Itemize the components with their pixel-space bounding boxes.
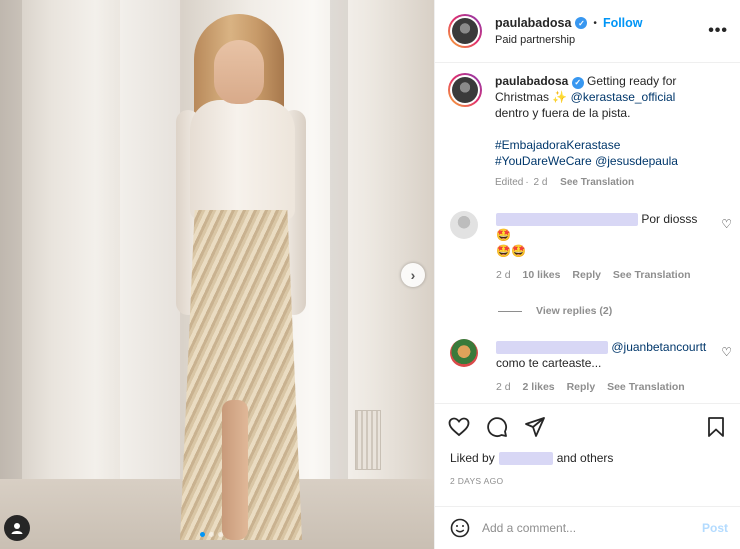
tagged-user-button[interactable] <box>4 515 30 541</box>
verified-badge-icon: ✓ <box>571 77 584 89</box>
reply-button[interactable]: Reply <box>572 269 601 281</box>
next-image-button[interactable]: › <box>401 263 425 287</box>
leg <box>222 400 248 540</box>
wall-shadow <box>0 0 22 549</box>
redacted-username <box>496 341 608 355</box>
view-replies-label[interactable]: View replies (2) <box>536 305 612 317</box>
follow-button[interactable]: Follow <box>603 16 643 30</box>
comment-time[interactable]: 2 d <box>496 381 511 393</box>
post-timestamp[interactable]: 2 DAYS AGO <box>450 476 503 486</box>
caption-meta: Edited · 2 d See Translation <box>495 177 635 188</box>
post-header: paulabadosa ✓ • Follow Paid partnership … <box>435 0 740 63</box>
chevron-right-icon: › <box>410 267 416 283</box>
comment-emojis: 🤩🤩 <box>496 244 526 258</box>
mention-link[interactable]: @juanbetancourtt <box>611 340 706 354</box>
separator-dot: • <box>593 17 597 29</box>
comment-meta: 2 d 2 likes Reply See Translation <box>496 379 711 395</box>
comment-likes[interactable]: 2 likes <box>523 381 555 393</box>
sweater <box>190 100 295 220</box>
caption-time[interactable]: 2 d <box>533 177 547 188</box>
post-caption: paulabadosa ✓ Getting ready for Christma… <box>435 63 740 191</box>
heart-icon[interactable]: ♡ <box>721 217 732 231</box>
hashtag-link[interactable]: #EmbajadoraKerastase <box>495 138 620 152</box>
hashtag-link[interactable]: #YouDareWeCare <box>495 154 592 168</box>
see-translation-button[interactable]: See Translation <box>560 177 634 188</box>
paid-partnership-label[interactable]: Paid partnership <box>495 34 708 46</box>
see-translation-button[interactable]: See Translation <box>607 381 685 393</box>
comment-time[interactable]: 2 d <box>496 269 511 281</box>
action-bar <box>435 403 740 449</box>
face <box>214 40 264 104</box>
edited-label: Edited <box>495 177 524 188</box>
carousel-dot <box>218 532 223 537</box>
commenter-avatar[interactable] <box>450 339 478 367</box>
post-side-panel: paulabadosa ✓ • Follow Paid partnership … <box>434 0 740 549</box>
comment-body: @juanbetancourtt como te carteaste... 2 … <box>496 339 711 395</box>
comment-meta: 2 d 10 likes Reply See Translation <box>496 267 711 283</box>
carousel-dot <box>209 532 214 537</box>
comment: Por diosss 🤩 🤩🤩 2 d 10 likes Reply See T… <box>435 211 740 283</box>
user-icon <box>11 523 23 534</box>
comment-input[interactable]: Add a comment... <box>482 521 702 535</box>
post-photo[interactable]: › <box>0 0 434 549</box>
comment: @juanbetancourtt como te carteaste... 2 … <box>435 339 740 395</box>
wall-column <box>120 0 180 549</box>
share-icon[interactable] <box>523 415 547 439</box>
see-translation-button[interactable]: See Translation <box>613 269 691 281</box>
caption-username[interactable]: paulabadosa <box>495 74 568 88</box>
caption-avatar[interactable] <box>448 73 482 107</box>
like-icon[interactable] <box>447 415 471 439</box>
comment-likes[interactable]: 10 likes <box>523 269 561 281</box>
redacted-liker <box>498 451 553 465</box>
reply-button[interactable]: Reply <box>567 381 596 393</box>
username-link[interactable]: paulabadosa <box>495 16 571 30</box>
header-text: paulabadosa ✓ • Follow Paid partnership <box>495 16 708 46</box>
mention-link[interactable]: @kerastase_official <box>571 90 676 104</box>
verified-badge-icon: ✓ <box>575 17 588 29</box>
add-comment-bar: Add a comment... Post <box>435 506 740 549</box>
view-replies-button[interactable]: View replies (2) <box>498 305 740 317</box>
redacted-username <box>496 213 638 227</box>
carousel-dot <box>200 532 205 537</box>
more-options-icon[interactable]: ••• <box>708 22 728 40</box>
mention-link[interactable]: @jesusdepaula <box>595 154 678 168</box>
heart-icon[interactable]: ♡ <box>721 345 732 359</box>
comment-text: como te carteaste... <box>496 356 602 370</box>
emoji-icon[interactable] <box>450 518 470 538</box>
sparkle-emoji: ✨ <box>552 90 568 104</box>
caption-text-2: dentro y fuera de la pista. <box>495 106 631 120</box>
carousel-dots <box>200 532 223 537</box>
comment-body: Por diosss 🤩 🤩🤩 2 d 10 likes Reply See T… <box>496 211 711 283</box>
comment-icon[interactable] <box>485 415 509 439</box>
liked-by-suffix[interactable]: and others <box>557 451 614 465</box>
wall-shadow <box>330 0 348 549</box>
commenter-avatar[interactable] <box>450 211 478 239</box>
wall-vent <box>355 410 381 470</box>
profile-avatar[interactable] <box>448 14 482 48</box>
replies-line <box>498 310 522 312</box>
caption-body: paulabadosa ✓ Getting ready for Christma… <box>495 73 705 191</box>
post-comment-button[interactable]: Post <box>702 521 728 535</box>
save-icon[interactable] <box>704 415 728 439</box>
liked-by-line: Liked by and others <box>450 451 613 465</box>
liked-by-prefix: Liked by <box>450 451 495 465</box>
